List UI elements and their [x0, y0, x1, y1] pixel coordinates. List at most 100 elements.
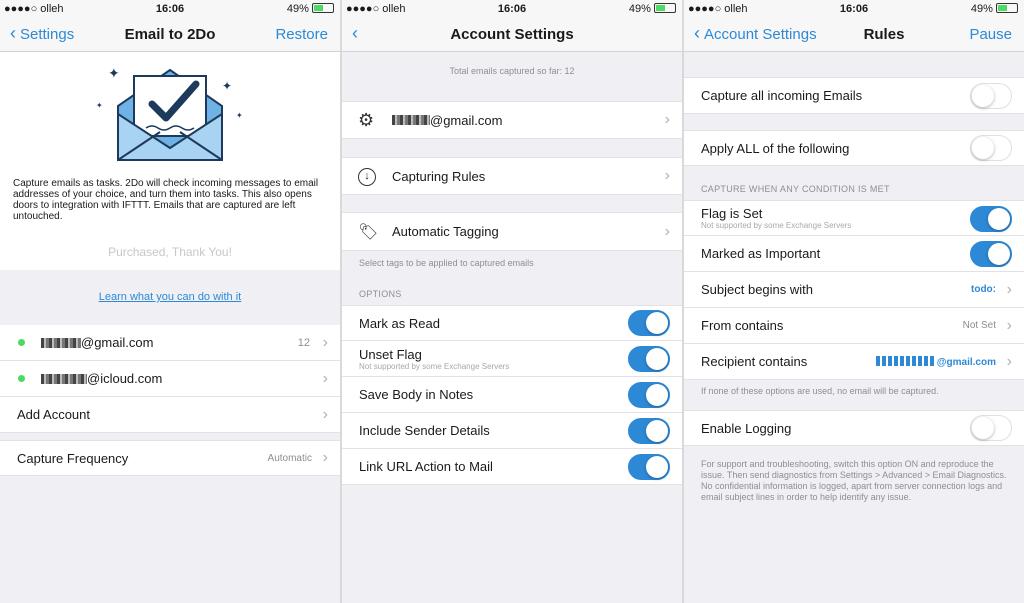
battery-label: 49%: [286, 3, 309, 15]
chevron-right-icon: ›: [664, 111, 670, 128]
capture-description: Capture emails as tasks. 2Do will check …: [13, 178, 319, 222]
account-count: 12: [297, 336, 310, 349]
link-url-row: Link URL Action to Mail: [342, 449, 682, 485]
automatic-tagging-row[interactable]: 🏷 Automatic Tagging ›: [342, 212, 682, 251]
recipient-contains-label: Recipient contains: [701, 354, 808, 369]
capture-frequency-label: Capture Frequency: [17, 450, 129, 466]
chevron-right-icon: ›: [322, 369, 328, 387]
nav-bar: ‹ Account Settings Rules Pause: [684, 18, 1024, 52]
battery-icon: [996, 3, 1018, 13]
page-title: Account Settings: [450, 26, 574, 43]
account-row-gmail[interactable]: @gmail.com 12 ›: [0, 325, 340, 361]
tag-icon: 🏷: [358, 223, 379, 241]
purchased-label: Purchased, Thank You!: [108, 245, 232, 259]
redacted-name: [41, 337, 81, 348]
chevron-right-icon: ›: [1006, 352, 1012, 370]
flag-sublabel: Not supported by some Exchange Servers: [701, 221, 852, 230]
account-email: @icloud.com: [87, 371, 163, 386]
chevron-left-icon: ‹: [694, 23, 700, 43]
download-circle-icon: ↓: [358, 166, 392, 186]
apply-all-row: Apply ALL of the following: [684, 130, 1024, 166]
option-sublabel: Not supported by some Exchange Servers: [359, 361, 510, 371]
option-label: Save Body in Notes: [359, 387, 474, 402]
learn-link[interactable]: Learn what you can do with it: [0, 291, 340, 303]
automatic-tagging-label: Automatic Tagging: [392, 224, 499, 239]
learn-section: Learn what you can do with it: [0, 270, 340, 325]
save-body-toggle[interactable]: [628, 381, 670, 408]
flag-is-set-row: Flag is Set Not supported by some Exchan…: [684, 200, 1024, 236]
restore-button[interactable]: Restore: [275, 26, 328, 43]
flag-is-set-label: Flag is Set: [701, 206, 763, 221]
save-body-row: Save Body in Notes: [342, 377, 682, 413]
none-note: If none of these options are used, no em…: [701, 386, 939, 396]
tagging-note: Select tags to be applied to captured em…: [359, 258, 534, 268]
mark-as-read-toggle[interactable]: [628, 310, 670, 336]
apply-all-toggle[interactable]: [970, 135, 1012, 161]
add-account-label: Add Account: [17, 407, 90, 422]
logging-note: For support and troubleshooting, switch …: [701, 459, 1007, 502]
recipient-contains-row[interactable]: Recipient contains @gmail.com ›: [684, 344, 1024, 380]
marked-important-row: Marked as Important: [684, 236, 1024, 272]
enable-logging-toggle[interactable]: [970, 415, 1012, 441]
nav-bar: ‹ Settings Email to 2Do Restore: [0, 18, 340, 52]
redacted-name: [41, 373, 87, 384]
option-label: Link URL Action to Mail: [359, 459, 493, 474]
subject-begins-row[interactable]: Subject begins with todo: ›: [684, 272, 1024, 308]
account-row-icloud[interactable]: @icloud.com ›: [0, 361, 340, 397]
svg-text:✦: ✦: [108, 65, 120, 81]
condition-header: CAPTURE WHEN ANY CONDITION IS MET: [701, 184, 890, 194]
chevron-right-icon: ›: [322, 449, 328, 466]
from-contains-row[interactable]: From contains Not Set ›: [684, 308, 1024, 344]
link-url-toggle[interactable]: [628, 453, 670, 480]
capture-all-row: Capture all incoming Emails: [684, 77, 1024, 114]
battery-indicator: 49%: [629, 3, 676, 15]
recipient-value: @gmail.com: [936, 356, 996, 368]
account-email: @gmail.com: [81, 335, 154, 350]
option-label: Mark as Read: [359, 315, 440, 331]
capturing-rules-row[interactable]: ↓ Capturing Rules ›: [342, 157, 682, 195]
redacted-name: [392, 115, 430, 125]
status-bar: ●●●●○ olleh 16:06 49%: [0, 0, 340, 18]
include-sender-toggle[interactable]: [628, 417, 670, 444]
unset-flag-toggle[interactable]: [628, 346, 670, 372]
capture-frequency-row[interactable]: Capture Frequency Automatic ›: [0, 440, 340, 476]
capture-frequency-value: Automatic: [267, 452, 312, 464]
nav-bar: ‹ Account Settings: [342, 18, 682, 52]
battery-label: 49%: [970, 3, 993, 15]
svg-text:✦: ✦: [222, 79, 232, 93]
enable-logging-label: Enable Logging: [701, 420, 792, 436]
enable-logging-row: Enable Logging: [684, 410, 1024, 446]
svg-text:✦: ✦: [236, 111, 243, 120]
from-value: Not Set: [962, 320, 996, 331]
account-settings-screen: ●●●●○ olleh 16:06 49% ‹ Account Settings…: [342, 0, 682, 603]
capturing-rules-label: Capturing Rules: [392, 168, 486, 184]
envelope-check-icon: ✦ ✦ ✦ ✦: [96, 65, 243, 161]
gear-icon: ⚙: [358, 109, 375, 130]
recipient-value-container: @gmail.com: [876, 355, 996, 368]
battery-indicator: 49%: [287, 3, 334, 15]
chevron-right-icon: ›: [322, 333, 328, 351]
battery-icon: [312, 3, 334, 13]
marked-important-label: Marked as Important: [701, 246, 821, 261]
flag-is-set-toggle[interactable]: [970, 206, 1012, 232]
chevron-right-icon: ›: [1006, 280, 1012, 298]
battery-icon: [654, 3, 676, 13]
account-email-row[interactable]: ⚙ @gmail.com ›: [342, 101, 682, 139]
from-contains-label: From contains: [701, 318, 784, 333]
redacted-name: [876, 355, 934, 366]
rules-screen: ●●●●○ olleh 16:06 49% ‹ Account Settings …: [684, 0, 1024, 603]
pause-button[interactable]: Pause: [969, 26, 1012, 43]
chevron-right-icon: ›: [1006, 316, 1012, 334]
include-sender-row: Include Sender Details: [342, 413, 682, 449]
battery-indicator: 49%: [971, 3, 1018, 15]
options-header: OPTIONS: [359, 289, 402, 299]
unset-flag-row: Unset Flag Not supported by some Exchang…: [342, 341, 682, 377]
chevron-right-icon: ›: [664, 167, 670, 184]
svg-text:✦: ✦: [96, 101, 103, 110]
add-account-row[interactable]: Add Account ›: [0, 397, 340, 433]
total-captured-label: Total emails captured so far: 12: [449, 66, 575, 76]
capture-all-toggle[interactable]: [970, 82, 1012, 109]
capture-all-label: Capture all incoming Emails: [701, 88, 863, 103]
intro-section: ✦ ✦ ✦ ✦ Capture emails as tasks. 2Do wil…: [0, 52, 340, 270]
marked-important-toggle[interactable]: [970, 240, 1012, 267]
